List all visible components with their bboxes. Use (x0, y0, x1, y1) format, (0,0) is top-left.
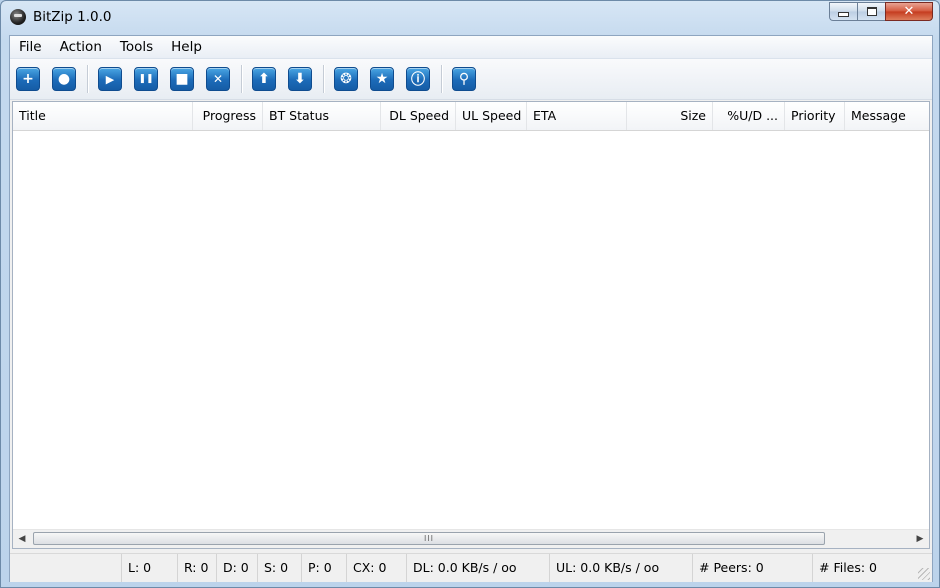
scroll-thumb[interactable]: III (33, 532, 825, 545)
menu-tools[interactable]: Tools (111, 36, 162, 58)
status-peers: # Peers: 0 (693, 554, 813, 582)
column-priority[interactable]: Priority (785, 102, 845, 130)
info-icon: ⓘ (411, 72, 425, 88)
maximize-button[interactable] (857, 2, 885, 21)
add-url-button[interactable]: ● (52, 67, 76, 91)
status-paused: P: 0 (302, 554, 347, 582)
status-local: L: 0 (122, 554, 178, 582)
list-header: Title Progress BT Status DL Speed UL Spe… (13, 102, 929, 131)
horizontal-scrollbar[interactable]: ◀ III ▶ (13, 529, 929, 548)
pin-icon: ⚲ (458, 71, 470, 87)
toolbar-separator (323, 65, 325, 93)
status-seeding: S: 0 (258, 554, 302, 582)
title-bar[interactable]: BitZip 1.0.0 ✕ (1, 1, 939, 35)
toolbar-separator (241, 65, 243, 93)
column-size[interactable]: Size (627, 102, 713, 130)
column-progress[interactable]: Progress (193, 102, 263, 130)
maximize-icon (866, 7, 877, 16)
scroll-left-button[interactable]: ◀ (13, 530, 31, 548)
arrow-down-icon: ⬇ (294, 71, 306, 87)
start-button[interactable]: ▶ (98, 67, 122, 91)
column-eta[interactable]: ETA (527, 102, 627, 130)
plus-icon: + (22, 71, 34, 87)
toolbar: + ● ▶ ❚❚ ■ ✕ ⬆ ⬇ ❂ ★ ⓘ ⚲ (10, 59, 932, 100)
play-icon: ▶ (105, 72, 115, 86)
close-icon: ✕ (903, 4, 915, 19)
column-bt-status[interactable]: BT Status (263, 102, 381, 130)
column-ul-speed[interactable]: UL Speed (456, 102, 527, 130)
remove-button[interactable]: ✕ (206, 67, 230, 91)
menu-action[interactable]: Action (51, 36, 111, 58)
close-button[interactable]: ✕ (885, 2, 933, 21)
chevron-left-icon: ◀ (18, 534, 26, 544)
help-button[interactable]: ⚲ (452, 67, 476, 91)
add-torrent-button[interactable]: + (16, 67, 40, 91)
x-icon: ✕ (212, 72, 224, 86)
minimize-icon (838, 12, 849, 17)
status-bar: L: 0 R: 0 D: 0 S: 0 P: 0 CX: 0 DL: 0.0 K… (10, 553, 932, 582)
network-icon: ❂ (340, 71, 352, 87)
status-cell-blank (10, 554, 122, 582)
star-icon: ★ (375, 71, 389, 87)
list-body[interactable] (13, 131, 929, 518)
status-files: # Files: 0 (819, 560, 878, 575)
favorite-button[interactable]: ★ (370, 67, 394, 91)
scroll-right-button[interactable]: ▶ (911, 530, 929, 548)
menu-help[interactable]: Help (162, 36, 211, 58)
move-down-button[interactable]: ⬇ (288, 67, 312, 91)
status-remote: R: 0 (178, 554, 217, 582)
column-dl-speed[interactable]: DL Speed (381, 102, 456, 130)
torrent-list[interactable]: Title Progress BT Status DL Speed UL Spe… (12, 101, 930, 549)
app-logo-icon (10, 9, 26, 25)
column-ud-ratio[interactable]: %U/D ... (713, 102, 785, 130)
toolbar-separator (441, 65, 443, 93)
stop-icon: ■ (175, 71, 189, 87)
people-icon: ● (57, 71, 71, 87)
toolbar-separator (87, 65, 89, 93)
column-message[interactable]: Message (845, 102, 929, 130)
menu-file[interactable]: File (10, 36, 51, 58)
network-button[interactable]: ❂ (334, 67, 358, 91)
stop-button[interactable]: ■ (170, 67, 194, 91)
arrow-up-icon: ⬆ (258, 71, 270, 87)
status-dl-rate: DL: 0.0 KB/s / oo (407, 554, 550, 582)
client-area: File Action Tools Help + ● ▶ ❚❚ ■ ✕ ⬆ ⬇ … (9, 35, 933, 582)
resize-grip-icon[interactable] (918, 568, 930, 580)
info-button[interactable]: ⓘ (406, 67, 430, 91)
menu-bar: File Action Tools Help (10, 36, 932, 59)
grip-icon: III (423, 534, 435, 543)
status-connections: CX: 0 (347, 554, 407, 582)
window-title: BitZip 1.0.0 (33, 9, 112, 25)
status-ul-rate: UL: 0.0 KB/s / oo (550, 554, 693, 582)
chevron-right-icon: ▶ (916, 534, 924, 544)
status-downloading: D: 0 (217, 554, 258, 582)
pause-button[interactable]: ❚❚ (134, 67, 158, 91)
minimize-button[interactable] (829, 2, 857, 21)
caption-buttons: ✕ (829, 2, 933, 22)
pause-icon: ❚❚ (138, 74, 154, 84)
column-title[interactable]: Title (13, 102, 193, 130)
app-window: BitZip 1.0.0 ✕ File Action Tools Help + (0, 0, 940, 588)
move-up-button[interactable]: ⬆ (252, 67, 276, 91)
